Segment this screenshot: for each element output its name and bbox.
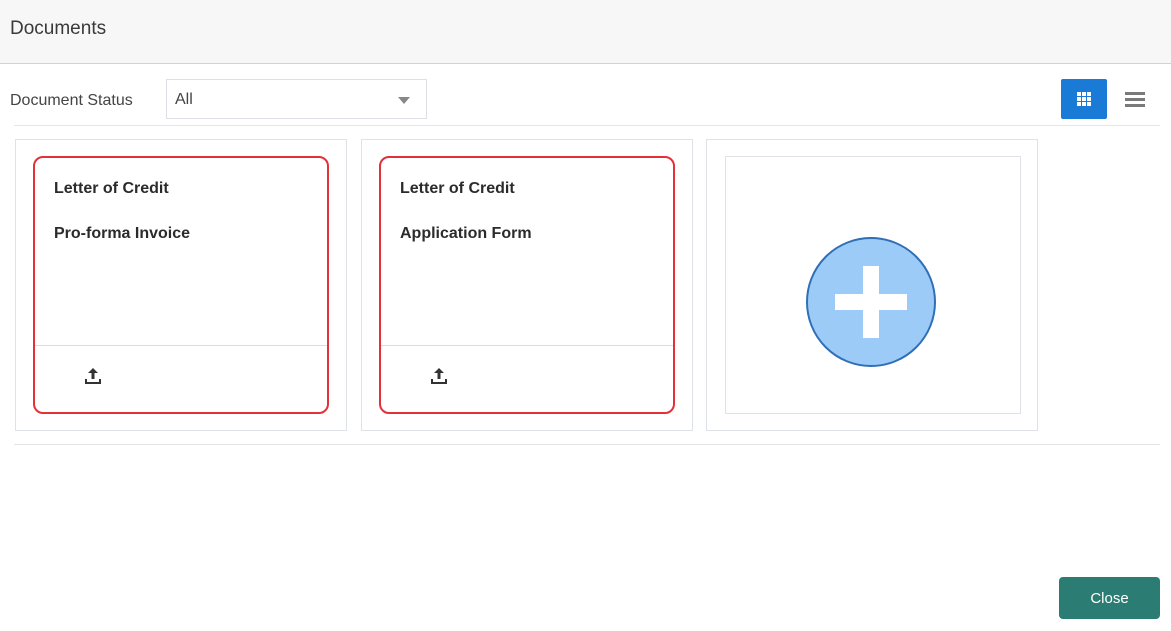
list-view-icon [1125, 92, 1145, 107]
document-status-select[interactable]: All [166, 79, 427, 119]
upload-button[interactable] [81, 364, 105, 388]
list-view-button[interactable] [1117, 79, 1153, 119]
document-status-value: All [175, 91, 193, 108]
document-type: Pro-forma Invoice [54, 225, 191, 242]
add-document-button[interactable] [805, 236, 937, 368]
divider [14, 444, 1160, 445]
document-card[interactable]: Letter of Credit Application Form [379, 156, 675, 414]
document-card-container: Letter of Credit Application Form [361, 139, 693, 431]
upload-icon [431, 368, 447, 384]
add-document-card-container [706, 139, 1038, 431]
dialog-title: Documents [10, 18, 107, 39]
documents-dialog: Documents Document Status All Letter of [0, 0, 1171, 631]
card-divider [381, 345, 673, 346]
plus-circle-icon [806, 237, 936, 367]
upload-button[interactable] [427, 364, 451, 388]
document-title: Letter of Credit [54, 180, 169, 197]
card-divider [35, 345, 327, 346]
dialog-header: Documents [0, 0, 1171, 64]
chevron-down-icon [398, 97, 410, 104]
document-card-container: Letter of Credit Pro-forma Invoice [15, 139, 347, 431]
add-document-card[interactable] [725, 156, 1021, 414]
divider [14, 125, 1160, 126]
document-status-label: Document Status [10, 92, 133, 109]
grid-view-button[interactable] [1061, 79, 1107, 119]
document-type: Application Form [400, 225, 532, 242]
close-button[interactable]: Close [1059, 577, 1160, 619]
document-card[interactable]: Letter of Credit Pro-forma Invoice [33, 156, 329, 414]
upload-icon [85, 368, 101, 384]
grid-view-icon [1077, 92, 1091, 106]
document-title: Letter of Credit [400, 180, 515, 197]
